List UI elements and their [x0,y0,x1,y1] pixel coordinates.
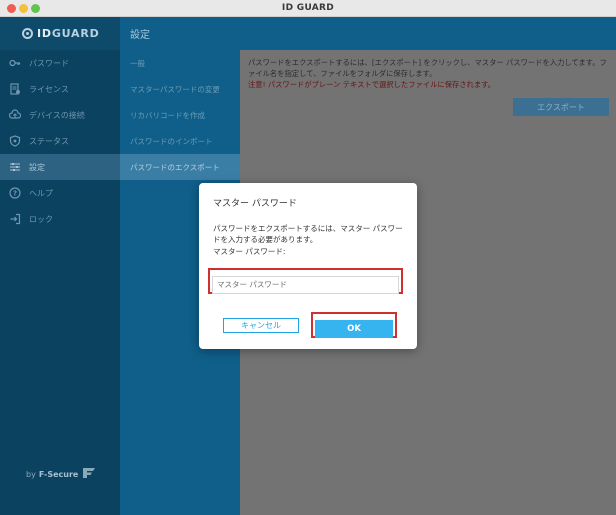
shield-icon [8,135,21,148]
title-bar: ID GUARD [0,0,616,17]
highlight-box-password [208,268,403,294]
vendor-brand: by F-Secure [26,467,96,481]
master-password-dialog: マスター パスワード パスワードをエクスポートするには、マスター パスワードを入… [199,183,417,349]
sidebar: IDGUARD パスワード ライセンス デバイスの接続 ステータス 設定 ? ヘ… [0,17,120,515]
export-description: パスワードをエクスポートするには、[エクスポート] をクリックし、マスター パス… [248,58,607,78]
sidebar-item-lock[interactable]: ロック [0,206,120,232]
sidebar-item-license[interactable]: ライセンス [0,76,120,102]
brand-by: by [26,469,36,479]
sliders-icon [8,161,21,174]
cancel-button[interactable]: キャンセル [223,318,299,333]
subitem-import-passwords[interactable]: パスワードのインポート [120,128,240,154]
dialog-title: マスター パスワード [213,199,297,209]
master-password-input[interactable] [212,275,399,294]
sidebar-item-label: パスワード [29,58,69,68]
subitem-general[interactable]: 一般 [120,50,240,76]
app-logo: IDGUARD [0,17,120,50]
sidebar-item-status[interactable]: ステータス [0,128,120,154]
svg-text:?: ? [12,190,16,198]
help-icon: ? [8,187,21,200]
lock-exit-icon [8,213,21,226]
license-icon [8,83,21,96]
sidebar-item-devices[interactable]: デバイスの接続 [0,102,120,128]
highlight-box-ok: OK [311,312,397,338]
sidebar-item-label: ステータス [29,136,69,146]
logo-word: GUARD [51,27,100,40]
key-icon [8,57,21,70]
subitem-change-master-password[interactable]: マスターパスワードの変更 [120,76,240,102]
sidebar-item-settings[interactable]: 設定 [0,154,120,180]
sidebar-item-label: ロック [29,214,53,224]
sidebar-item-label: ライセンス [29,84,69,94]
subitem-export-passwords[interactable]: パスワードのエクスポート [120,154,240,180]
subitem-create-recovery-code[interactable]: リカバリコードを作成 [120,102,240,128]
window-title: ID GUARD [281,3,335,13]
sidebar-item-label: ヘルプ [29,188,53,198]
export-button[interactable]: エクスポート [513,98,609,116]
ok-button[interactable]: OK [315,320,393,338]
sidebar-item-passwords[interactable]: パスワード [0,50,120,76]
logo-id: ID [37,27,52,40]
export-warning: 注意! パスワードがプレーン テキストで選択したファイルに保存されます。 [248,80,496,89]
sidebar-item-help[interactable]: ? ヘルプ [0,180,120,206]
logo-icon [22,28,33,39]
master-password-label: マスター パスワード: [213,247,286,256]
subpanel-title: 設定 [120,17,240,50]
cloud-upload-icon [8,109,21,122]
content-header [240,17,616,50]
dialog-message: パスワードをエクスポートするには、マスター パスワードを入力する必要があります。 [213,224,403,244]
brand-name: F-Secure [38,469,79,479]
f-secure-logo-icon [82,467,96,481]
sidebar-item-label: 設定 [29,162,45,172]
sidebar-item-label: デバイスの接続 [29,110,85,120]
